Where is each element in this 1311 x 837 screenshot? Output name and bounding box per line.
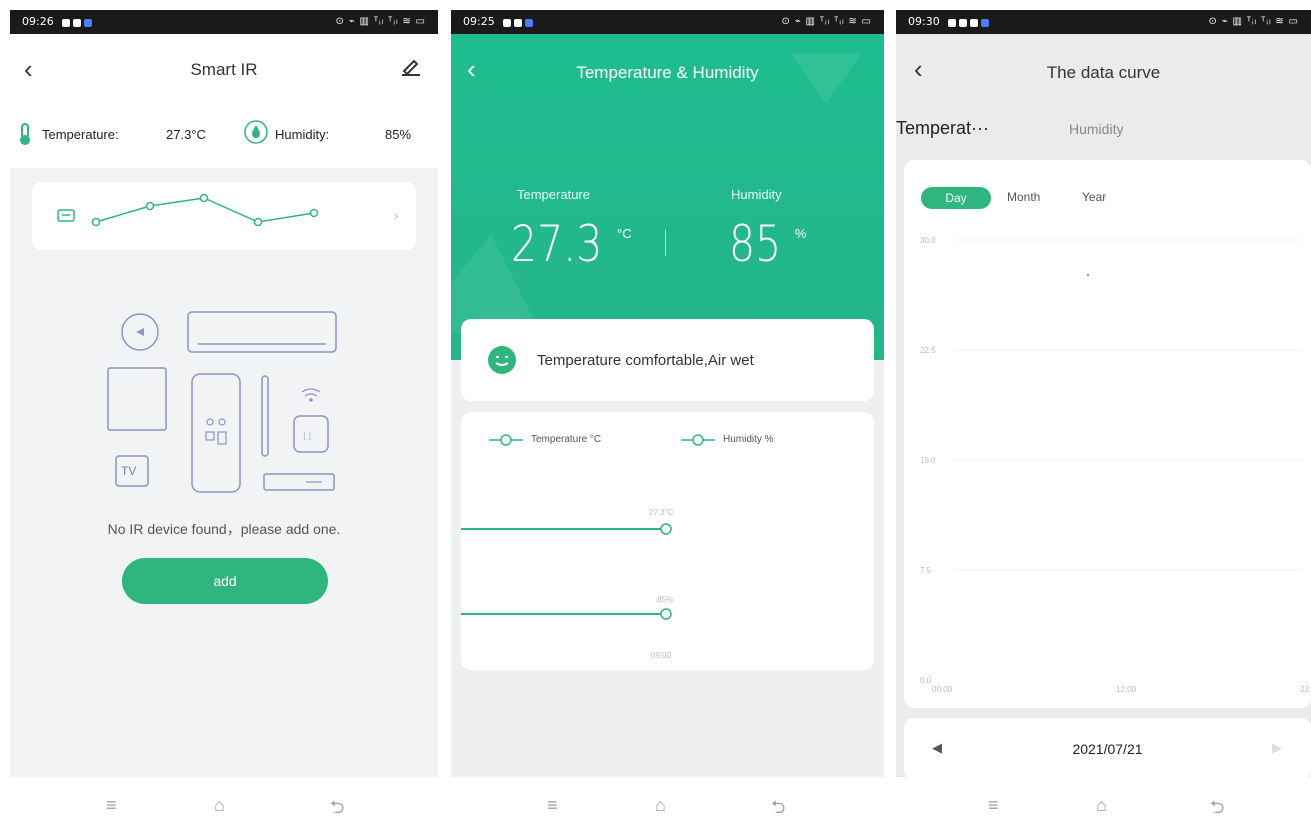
tab-temperature[interactable]: Temperat··· xyxy=(896,118,989,139)
status-bar: 09:26 ⊙ ⌁ ▥ ᵀᵢₗ ᵀᵢₗ ≋ ▭ xyxy=(10,10,438,34)
status-time: 09:30 xyxy=(908,15,940,28)
page-title: Temperature & Humidity xyxy=(576,63,759,82)
svg-text:⁞ ⁞: ⁞ ⁞ xyxy=(303,432,311,443)
droplet-icon xyxy=(244,120,268,149)
curve-chart: 30.0 22.5 15.0 7.5 0.000:00 12:00 23:00 xyxy=(920,236,1311,694)
humidity-unit: % xyxy=(795,226,807,241)
tv-label: TV xyxy=(121,464,137,478)
temperature-label: Temperature: xyxy=(42,127,119,142)
svg-text:›: › xyxy=(394,207,399,223)
y-tick-label: 0.0 xyxy=(920,676,932,685)
point-label-temperature: 27.3°C xyxy=(649,508,674,517)
add-button[interactable]: add xyxy=(122,558,328,604)
temperature-value: 27.3°C xyxy=(166,127,206,142)
temperature-label: Temperature xyxy=(517,187,590,202)
trend-card[interactable]: › xyxy=(32,182,416,250)
y-tick-label: 15.0 xyxy=(920,456,936,465)
date-label: 2021/07/21 xyxy=(1072,741,1143,757)
header-panel xyxy=(10,34,438,168)
signal-icons: ⊙ ⌁ ▥ ᵀᵢₗ ᵀᵢₗ ≋ ▭ xyxy=(335,16,426,27)
time-label: 09:00 xyxy=(651,651,672,660)
tab-humidity[interactable]: Humidity xyxy=(1069,121,1123,137)
status-time: 09:26 xyxy=(22,15,54,28)
temperature-humidity-screen: 09:25 ⊙ ⌁ ▥ ᵀᵢₗ ᵀᵢₗ ≋ ▭ ‹ Temperature & … xyxy=(451,10,884,837)
divider xyxy=(665,230,666,256)
smiley-icon xyxy=(487,345,517,380)
return-icon[interactable]: ⮌ xyxy=(1210,795,1224,825)
y-tick-label: 30.0 xyxy=(920,236,936,245)
signal-icons: ⊙ ⌁ ▥ ᵀᵢₗ ᵀᵢₗ ≋ ▭ xyxy=(781,16,872,27)
data-curve-screen: 09:30 ⊙ ⌁ ▥ ᵀᵢₗ ᵀᵢₗ ≋ ▭ ‹ The data curve… xyxy=(896,10,1311,837)
legend-humidity: Humidity % xyxy=(723,434,774,445)
thermometer-icon xyxy=(16,122,34,151)
y-tick-label: 22.5 xyxy=(920,346,936,355)
system-nav-bar: ≡ ⌂ ⮌ xyxy=(10,777,438,837)
curve-chart-card: Day Month Year 30.0 22.5 15.0 7.5 0.0 00:00 12… xyxy=(904,160,1311,708)
empty-message: No IR device found，please add one. xyxy=(107,521,341,537)
smart-ir-screen: 09:26 ⊙ ⌁ ▥ ᵀᵢₗ ᵀᵢₗ ≋ ▭ ‹ Smart IR Tempe… xyxy=(10,10,438,837)
devices-illustration: ⁞ ⁞ xyxy=(106,310,346,505)
x-tick-label: 23:00 xyxy=(1300,685,1311,694)
temperature-value: 27.3 xyxy=(511,215,603,273)
point-label-humidity: 85% xyxy=(657,595,674,604)
humidity-label: Humidity: xyxy=(275,127,330,142)
status-time: 09:25 xyxy=(463,15,495,28)
notification-icons xyxy=(62,18,95,30)
home-icon[interactable]: ⌂ xyxy=(214,795,225,816)
humidity-value: 85% xyxy=(385,127,412,142)
system-nav-bar: ≡ ⌂ ⮌ xyxy=(451,777,884,837)
signal-icons: ⊙ ⌁ ▥ ᵀᵢₗ ᵀᵢₗ ≋ ▭ xyxy=(1208,16,1299,27)
return-icon[interactable]: ⮌ xyxy=(330,795,344,825)
temperature-unit: °C xyxy=(617,226,632,241)
next-date-icon[interactable]: ▶ xyxy=(1272,740,1282,756)
system-nav-bar: ≡ ⌂ ⮌ xyxy=(896,777,1311,837)
x-tick-label: 12:00 xyxy=(1116,685,1137,694)
notification-icons xyxy=(503,18,536,30)
trend-sparkline: › xyxy=(57,193,399,227)
home-icon[interactable]: ⌂ xyxy=(1096,795,1107,816)
comfort-status-card: Temperature comfortable,Air wet xyxy=(461,319,874,401)
history-chart xyxy=(461,434,715,620)
menu-icon[interactable]: ≡ xyxy=(547,795,558,816)
data-point xyxy=(1086,273,1090,277)
notification-icons xyxy=(948,18,992,30)
home-icon[interactable]: ⌂ xyxy=(655,795,666,816)
history-chart-card: Temperature °C Humidity % 27.3°C 85% 09:… xyxy=(461,412,874,670)
return-icon[interactable]: ⮌ xyxy=(771,795,785,825)
date-picker: ◀ 2021/07/21 ▶ xyxy=(904,718,1311,780)
y-tick-label: 7.5 xyxy=(920,566,932,575)
comfort-status-text: Temperature comfortable,Air wet xyxy=(537,352,754,369)
page-title: The data curve xyxy=(1046,63,1161,82)
menu-icon[interactable]: ≡ xyxy=(106,795,117,816)
status-bar: 09:25 ⊙ ⌁ ▥ ᵀᵢₗ ᵀᵢₗ ≋ ▭ xyxy=(451,10,884,34)
page-title: Smart IR xyxy=(190,60,258,79)
humidity-value: 85 xyxy=(729,215,782,273)
edit-icon[interactable] xyxy=(400,58,422,81)
status-bar: 09:30 ⊙ ⌁ ▥ ᵀᵢₗ ᵀᵢₗ ≋ ▭ xyxy=(896,10,1311,34)
humidity-label: Humidity xyxy=(731,187,782,202)
legend-temperature: Temperature °C xyxy=(531,434,602,445)
x-tick-label: 00:00 xyxy=(932,685,953,694)
menu-icon[interactable]: ≡ xyxy=(988,795,999,816)
